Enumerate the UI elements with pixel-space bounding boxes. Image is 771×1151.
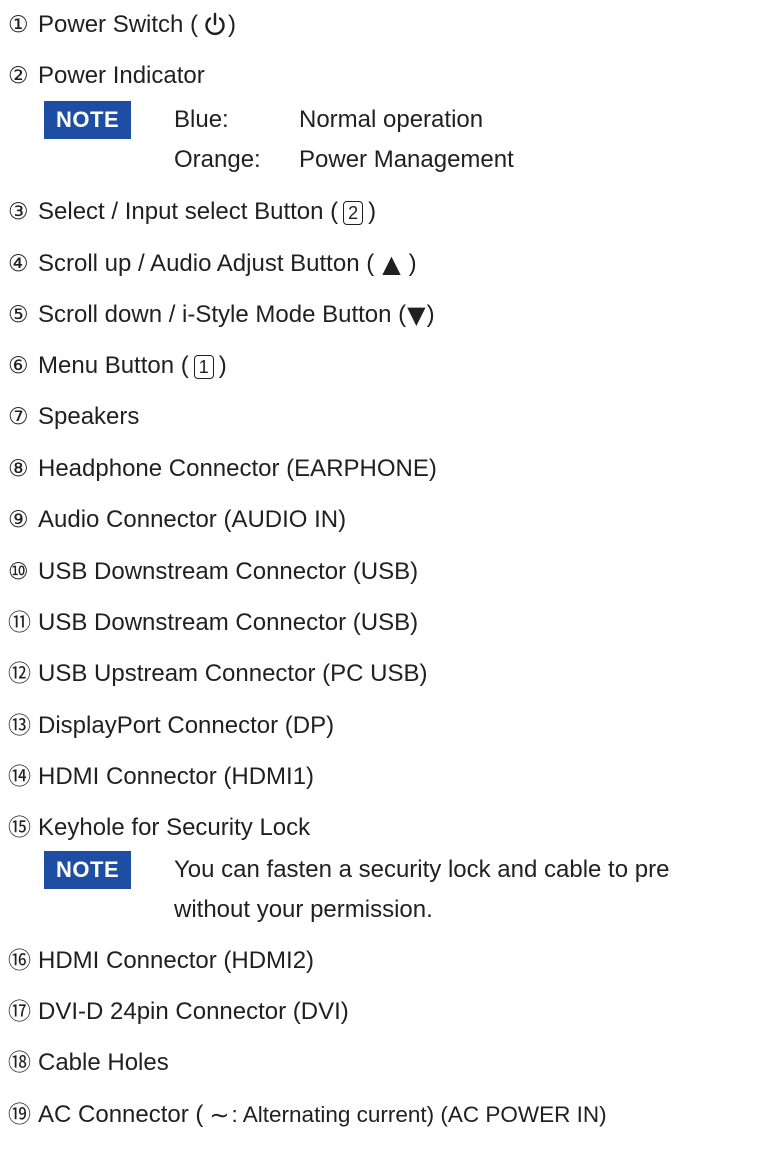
note-text: without your permission. <box>174 896 433 923</box>
item-label: Scroll up / Audio Adjust Button ( <box>38 250 375 277</box>
item-label-end: ) <box>368 198 377 225</box>
power-symbol-icon <box>203 12 227 38</box>
item-number: ⑦ <box>8 403 29 430</box>
item-ac-connector: ⑲ AC Connector ( ∼ : Alternating current… <box>8 1095 607 1135</box>
note-badge: NOTE <box>44 101 132 139</box>
key-1-icon: 1 <box>193 355 214 379</box>
item-number: ⑯ <box>8 947 31 974</box>
item-number: ③ <box>8 198 29 225</box>
item-number: ⑩ <box>8 558 29 585</box>
item-usb-downstream-2: ⑪ USB Downstream Connector (USB) <box>8 603 418 643</box>
item-label-end: : Alternating current) (AC POWER IN) <box>231 1101 607 1127</box>
item-number: ⑧ <box>8 455 29 482</box>
key-2-icon: 2 <box>343 201 364 225</box>
triangle-down-icon: ▼ <box>407 301 426 329</box>
item-scroll-down-button: ⑤ Scroll down / i-Style Mode Button ( ▼ … <box>8 295 435 335</box>
item-number: ⑲ <box>8 1101 31 1128</box>
item-label: Power Indicator <box>38 62 205 89</box>
alternating-current-icon: ∼ <box>209 1101 230 1129</box>
item-label-end: ) <box>426 301 435 328</box>
item-usb-downstream-1: ⑩ USB Downstream Connector (USB) <box>8 552 418 592</box>
item-label: Scroll down / i-Style Mode Button ( <box>38 301 407 328</box>
item-number: ⑱ <box>8 1049 31 1076</box>
item-label: USB Upstream Connector (PC USB) <box>38 660 428 687</box>
item-number: ⑭ <box>8 763 31 790</box>
item-dvi-connector: ⑰ DVI-D 24pin Connector (DVI) <box>8 992 349 1032</box>
note-indicator-orange: Orange: Power Management <box>174 141 514 179</box>
item-label: Keyhole for Security Lock <box>38 814 311 841</box>
note-security: NOTE <box>44 851 132 889</box>
note-badge: NOTE <box>44 851 132 889</box>
item-number: ④ <box>8 250 29 277</box>
item-select-button: ③ Select / Input select Button ( 2 ) <box>8 192 376 232</box>
item-label: Headphone Connector (EARPHONE) <box>38 455 437 482</box>
item-number: ⑮ <box>8 814 31 841</box>
note-security-line-2: without your permission. <box>174 891 433 929</box>
item-number: ⑥ <box>8 352 29 379</box>
item-cable-holes: ⑱ Cable Holes <box>8 1043 169 1083</box>
manual-page: ① Power Switch ( ) ② Power Indicator NOT… <box>0 0 771 1151</box>
item-label-end: ) <box>408 250 417 277</box>
item-label: Power Switch ( <box>38 11 199 38</box>
item-label: HDMI Connector (HDMI1) <box>38 763 315 790</box>
note-desc: Power Management <box>299 146 514 173</box>
item-label: HDMI Connector (HDMI2) <box>38 947 315 974</box>
item-power-indicator: ② Power Indicator <box>8 56 205 96</box>
item-hdmi2-connector: ⑯ HDMI Connector (HDMI2) <box>8 941 314 981</box>
item-label: Audio Connector (AUDIO IN) <box>38 506 347 533</box>
item-scroll-up-button: ④ Scroll up / Audio Adjust Button ( ▲ ) <box>8 244 417 284</box>
item-label: Cable Holes <box>38 1049 169 1076</box>
note-term: Orange: <box>174 146 261 173</box>
item-label-end: ) <box>218 352 227 379</box>
note-term: Blue: <box>174 106 229 133</box>
note-indicator-blue: Blue: Normal operation <box>174 101 483 139</box>
item-usb-upstream: ⑫ USB Upstream Connector (PC USB) <box>8 654 427 694</box>
item-label: Select / Input select Button ( <box>38 198 339 225</box>
note-security-line-1: You can fasten a security lock and cable… <box>174 851 669 889</box>
item-label: Menu Button ( <box>38 352 189 379</box>
item-keyhole-security-lock: ⑮ Keyhole for Security Lock <box>8 808 310 848</box>
item-number: ⑰ <box>8 998 31 1025</box>
item-number: ⑨ <box>8 506 29 533</box>
item-number: ⑪ <box>8 609 31 636</box>
item-number: ② <box>8 62 29 89</box>
item-number: ⑬ <box>8 712 31 739</box>
item-label: USB Downstream Connector (USB) <box>38 558 419 585</box>
note-desc: Normal operation <box>299 106 484 133</box>
note-indicator: NOTE <box>44 101 132 139</box>
triangle-up-icon: ▲ <box>382 250 401 278</box>
item-number: ① <box>8 11 29 38</box>
note-text: You can fasten a security lock and cable… <box>174 856 670 883</box>
item-speakers: ⑦ Speakers <box>8 397 139 437</box>
item-number: ⑫ <box>8 660 31 687</box>
item-label: Speakers <box>38 403 140 430</box>
item-audio-connector: ⑨ Audio Connector (AUDIO IN) <box>8 500 346 540</box>
item-label-end: ) <box>228 11 237 38</box>
item-menu-button: ⑥ Menu Button ( 1 ) <box>8 346 227 386</box>
item-displayport-connector: ⑬ DisplayPort Connector (DP) <box>8 706 334 746</box>
item-label: AC Connector ( <box>38 1101 204 1128</box>
item-number: ⑤ <box>8 301 29 328</box>
item-label: DisplayPort Connector (DP) <box>38 712 335 739</box>
item-power-switch: ① Power Switch ( ) <box>8 5 236 45</box>
item-hdmi1-connector: ⑭ HDMI Connector (HDMI1) <box>8 757 314 797</box>
item-label: DVI-D 24pin Connector (DVI) <box>38 998 349 1025</box>
item-headphone-connector: ⑧ Headphone Connector (EARPHONE) <box>8 449 437 489</box>
item-label: USB Downstream Connector (USB) <box>38 609 419 636</box>
